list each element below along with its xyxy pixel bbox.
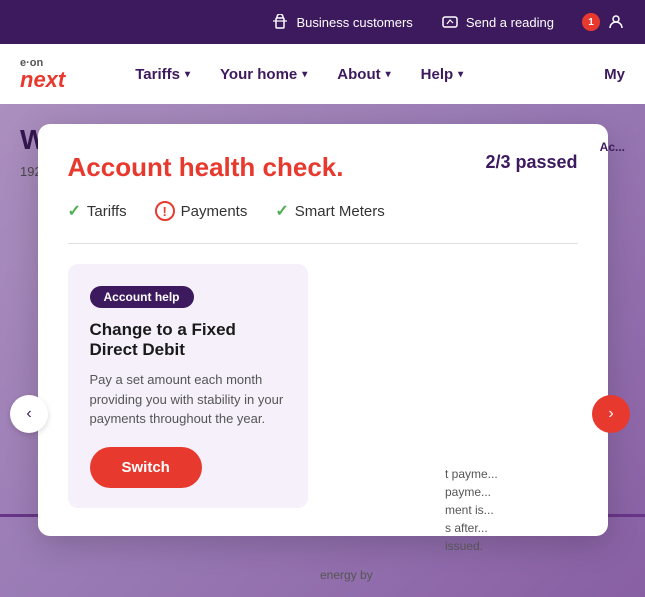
account-help-card: Account help Change to a Fixed Direct De… [68, 264, 308, 508]
tariffs-pass-icon: ✓ [68, 201, 81, 221]
account-icon [607, 13, 625, 31]
card-text: Pay a set amount each month providing yo… [90, 370, 286, 429]
modal-header: Account health check. 2/3 passed [68, 152, 578, 183]
modal-title: Account health check. [68, 152, 344, 183]
send-reading-link[interactable]: Send a reading [441, 13, 554, 31]
your-home-label: Your home [220, 66, 297, 83]
notification-button[interactable]: 1 [582, 13, 625, 31]
modal-score: 2/3 passed [485, 152, 577, 173]
help-chevron-icon: ▾ [458, 69, 463, 80]
check-tariffs: ✓ Tariffs [68, 201, 127, 221]
nav-tariffs[interactable]: Tariffs ▾ [135, 66, 190, 83]
check-smart-meters: ✓ Smart Meters [275, 201, 384, 221]
nav-your-home[interactable]: Your home ▾ [220, 66, 307, 83]
about-label: About [337, 66, 380, 83]
next-button[interactable]: › [592, 395, 630, 433]
check-payments: ! Payments [155, 201, 248, 221]
check-smart-meters-label: Smart Meters [295, 203, 385, 220]
energy-text: energy by [320, 568, 373, 582]
your-home-chevron-icon: ▾ [302, 69, 307, 80]
modal-checks-row: ✓ Tariffs ! Payments ✓ Smart Meters [68, 201, 578, 221]
about-chevron-icon: ▾ [386, 69, 391, 80]
tariffs-chevron-icon: ▾ [185, 69, 190, 80]
tariffs-label: Tariffs [135, 66, 180, 83]
help-label: Help [421, 66, 454, 83]
business-customers-label: Business customers [296, 15, 412, 30]
prev-button[interactable]: ‹ [10, 395, 48, 433]
card-badge: Account help [90, 286, 194, 308]
nav-my[interactable]: My [604, 66, 625, 83]
briefcase-icon [271, 13, 289, 31]
business-customers-link[interactable]: Business customers [271, 13, 412, 31]
logo[interactable]: e·on next [20, 58, 65, 91]
check-tariffs-label: Tariffs [87, 203, 127, 220]
nav-about[interactable]: About ▾ [337, 66, 390, 83]
bg-right-badge: Ac... [600, 140, 625, 154]
top-bar: Business customers Send a reading 1 [0, 0, 645, 44]
card-title: Change to a Fixed Direct Debit [90, 320, 286, 360]
payments-warn-icon: ! [155, 201, 175, 221]
payment-info-text: t payme...payme...ment is...s after...is… [445, 465, 625, 555]
nav-help[interactable]: Help ▾ [421, 66, 464, 83]
nav-bar: e·on next Tariffs ▾ Your home ▾ About ▾ … [0, 44, 645, 104]
notification-count: 1 [582, 13, 600, 31]
logo-next-text: next [20, 69, 65, 91]
modal-divider [68, 243, 578, 244]
send-reading-label: Send a reading [466, 15, 554, 30]
meter-icon [441, 13, 459, 31]
check-payments-label: Payments [181, 203, 248, 220]
smart-meters-pass-icon: ✓ [275, 201, 288, 221]
switch-button[interactable]: Switch [90, 447, 202, 488]
my-label: My [604, 66, 625, 83]
